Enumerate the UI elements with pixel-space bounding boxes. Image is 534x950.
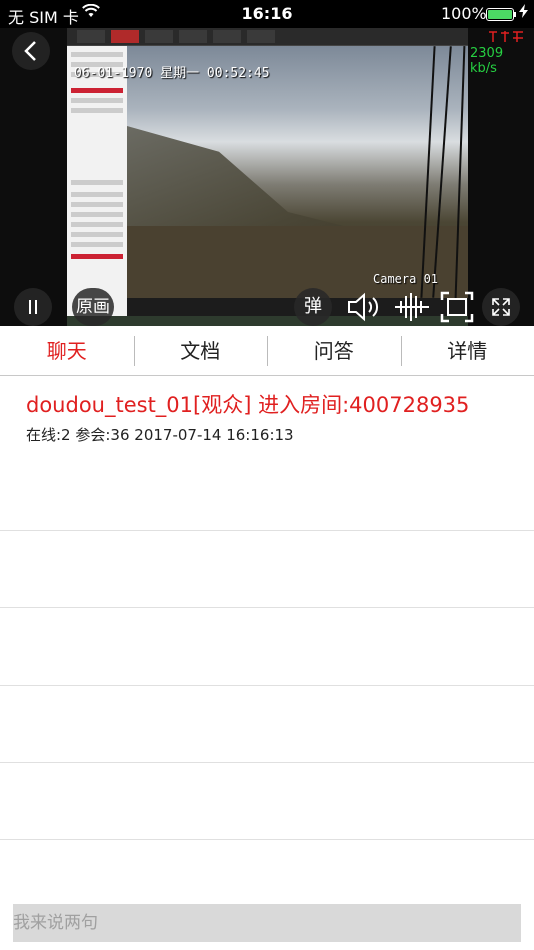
volume-icon — [348, 292, 379, 322]
tab-qa[interactable]: 问答 — [267, 326, 401, 375]
desktop-tab — [179, 30, 207, 43]
fullscreen-icon — [492, 298, 510, 316]
chat-input-bar — [13, 904, 521, 942]
desktop-tab — [111, 30, 139, 43]
tab-document[interactable]: 文档 — [134, 326, 268, 375]
desktop-tab — [213, 30, 241, 43]
screen-fit-icon — [440, 291, 474, 323]
video-player[interactable]: 06-01-1970 星期一 00:52:45 Camera 01 2309 k… — [0, 28, 534, 326]
screen-fit-button[interactable] — [439, 290, 475, 324]
battery-percent: 100% — [441, 4, 487, 23]
row-divider — [0, 685, 534, 686]
back-button[interactable] — [12, 32, 50, 70]
pause-button[interactable] — [14, 288, 52, 326]
osd-camera-label: Camera 01 — [373, 272, 439, 286]
osd-date: 06-01-1970 星期一 00:52:45 — [74, 66, 270, 81]
chat-message-title: doudou_test_01[观众] 进入房间:400728935 — [26, 393, 470, 417]
ground — [127, 226, 468, 298]
chat-message-meta: 在线:2 参会:36 2017-07-14 16:16:13 — [26, 426, 294, 444]
desktop-tab — [145, 30, 173, 43]
danmaku-button[interactable]: 弹 — [294, 288, 332, 326]
chat-input[interactable] — [13, 904, 521, 942]
tab-bar: 聊天 文档 问答 详情 — [0, 326, 534, 376]
tab-divider — [401, 336, 402, 366]
desktop-sidebar — [67, 46, 127, 316]
desktop-tab — [247, 30, 275, 43]
battery-icon — [486, 8, 514, 21]
tab-chat[interactable]: 聊天 — [0, 326, 134, 375]
tab-divider — [134, 336, 135, 366]
tab-divider — [267, 336, 268, 366]
volume-button[interactable] — [345, 290, 385, 324]
row-divider — [0, 530, 534, 531]
audio-wave-icon — [395, 293, 429, 321]
row-divider — [0, 607, 534, 608]
row-divider — [0, 839, 534, 840]
quality-button[interactable]: 原画 — [72, 288, 114, 326]
tab-details[interactable]: 详情 — [401, 326, 534, 375]
camera-scene — [127, 46, 468, 298]
desktop-topbar — [67, 28, 468, 46]
row-divider — [0, 762, 534, 763]
bolt-icon — [519, 4, 528, 22]
pause-icon — [29, 300, 37, 314]
bitrate-label: 2309 kb/s — [470, 46, 504, 76]
fullscreen-button[interactable] — [482, 288, 520, 326]
battery-nub — [514, 12, 516, 17]
desktop-tab — [77, 30, 105, 43]
danmaku-label: 弹 — [304, 296, 322, 317]
audio-wave-button[interactable] — [393, 290, 431, 324]
battery-fill — [488, 10, 512, 19]
status-bar: 无 SIM 卡 16:16 100% — [0, 0, 534, 28]
